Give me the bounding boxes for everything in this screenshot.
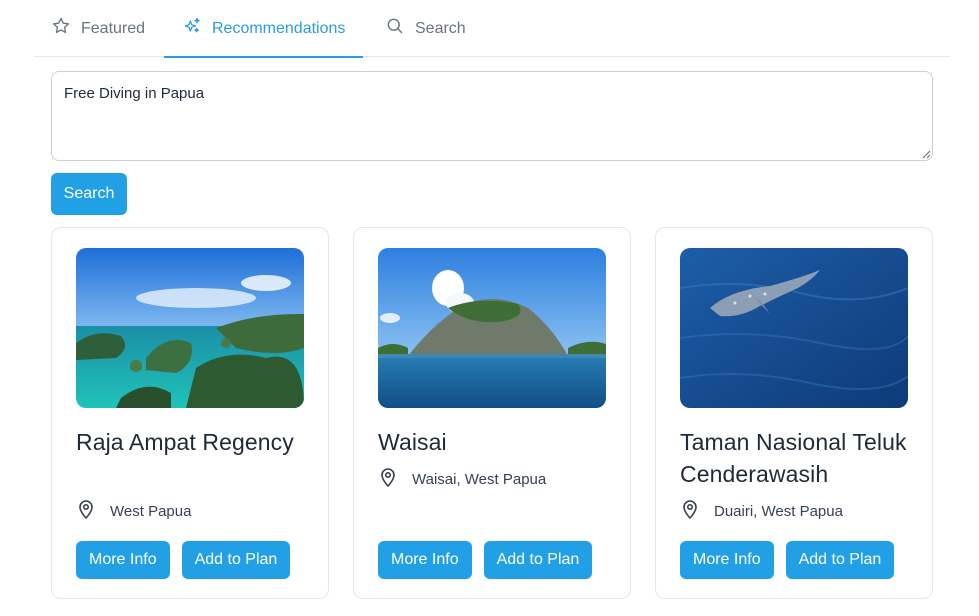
tab-bar: Featured Recommendations Search [34, 0, 950, 58]
map-pin-icon [378, 466, 398, 492]
add-to-plan-button[interactable]: Add to Plan [483, 541, 593, 579]
map-pin-icon [680, 498, 700, 524]
tab-recommendations[interactable]: Recommendations [163, 0, 364, 58]
location-text: Waisai, West Papua [412, 470, 547, 488]
tab-recommendations-label: Recommendations [212, 19, 346, 37]
destination-title: Raja Ampat Regency [76, 429, 294, 455]
destination-card: Waisai Waisai, West Papua More Info Add … [353, 227, 631, 599]
location-text: West Papua [110, 502, 192, 520]
tab-search[interactable]: Search [385, 0, 466, 57]
card-actions: More Info Add to Plan [378, 541, 593, 579]
card-actions: More Info Add to Plan [680, 541, 895, 579]
location-text: Duairi, West Papua [714, 502, 843, 520]
search-button[interactable]: Search [51, 173, 127, 215]
sparkles-icon [182, 16, 202, 41]
destination-title: Taman Nasional Teluk Cenderawasih [680, 429, 907, 487]
destination-photo [378, 248, 606, 408]
star-icon [51, 16, 71, 41]
location-row: West Papua [76, 498, 191, 524]
destination-photo [76, 248, 304, 408]
location-row: Duairi, West Papua [680, 498, 843, 524]
destination-title: Waisai [378, 429, 447, 455]
tab-featured[interactable]: Featured [51, 0, 145, 57]
location-row: Waisai, West Papua [378, 466, 546, 492]
card-actions: More Info Add to Plan [76, 541, 291, 579]
tab-featured-label: Featured [81, 19, 146, 37]
query-textarea[interactable]: Free Diving in Papua [51, 71, 933, 161]
map-pin-icon [76, 498, 96, 524]
add-to-plan-button[interactable]: Add to Plan [181, 541, 291, 579]
more-info-button[interactable]: More Info [680, 541, 774, 579]
resize-handle-icon[interactable] [921, 149, 931, 159]
more-info-button[interactable]: More Info [378, 541, 472, 579]
search-icon [385, 16, 405, 41]
destination-photo [680, 248, 908, 408]
add-to-plan-button[interactable]: Add to Plan [785, 541, 895, 579]
destination-card: Taman Nasional Teluk Cenderawasih Duairi… [655, 227, 933, 599]
more-info-button[interactable]: More Info [76, 541, 170, 579]
tab-search-label: Search [415, 19, 466, 37]
destination-card: Raja Ampat Regency West Papua More Info … [51, 227, 329, 599]
